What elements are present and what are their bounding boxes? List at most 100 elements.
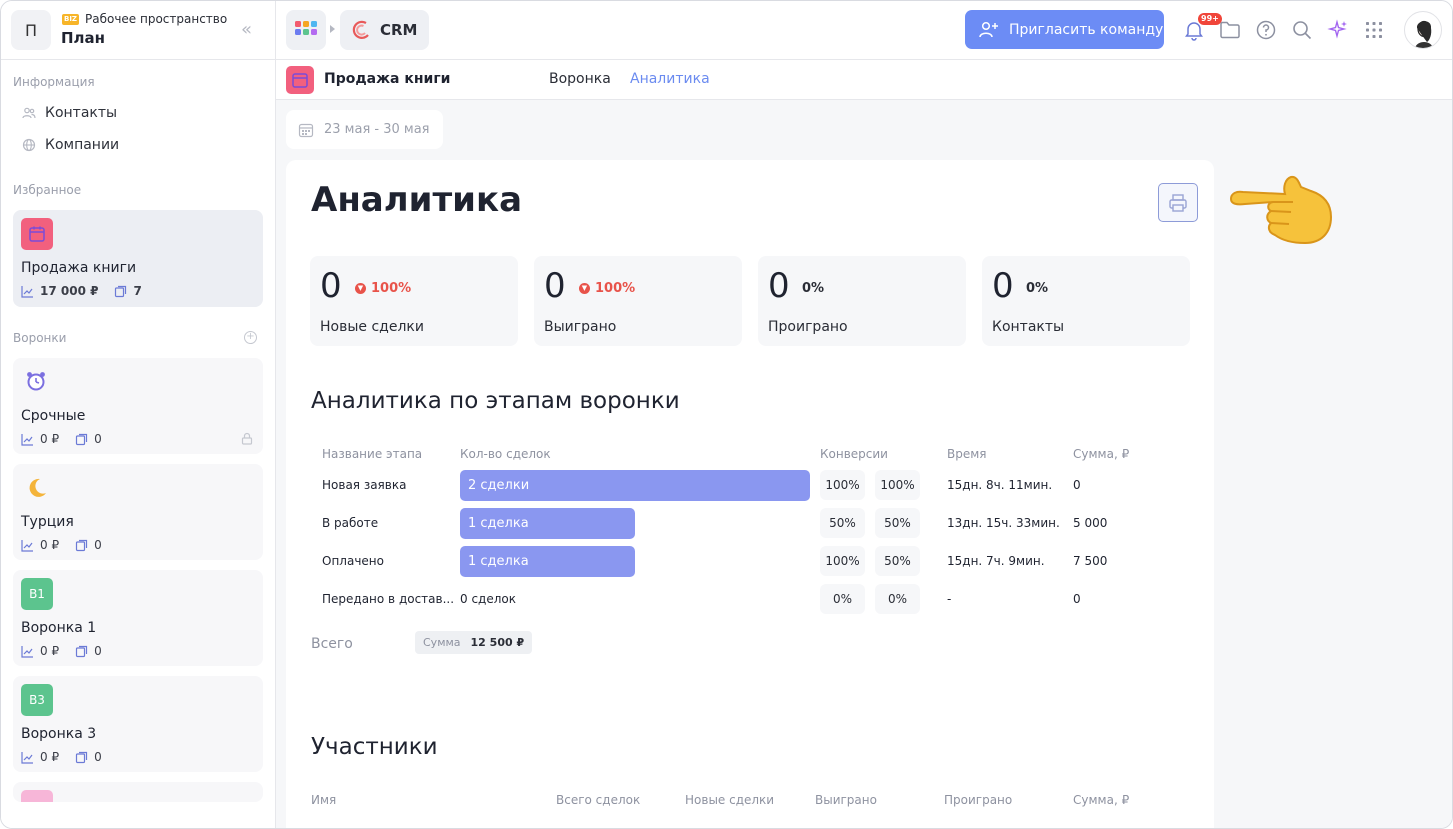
kpi-value: 0 (544, 266, 566, 306)
crm-logo-icon (352, 20, 369, 39)
deals-icon (115, 285, 127, 297)
funnel-count: 0 (94, 538, 102, 552)
crm-app-name: CRM (380, 21, 418, 39)
add-user-icon (979, 21, 998, 37)
kpi-delta: ▼ 100% (579, 281, 635, 296)
total-label: Всего (311, 636, 353, 652)
stage-deals-bar[interactable]: 1 сделка (460, 546, 635, 577)
participants-section-title: Участники (311, 734, 438, 760)
kpi-value: 0 (320, 266, 342, 306)
stage-deals-bar[interactable]: 2 сделки (460, 470, 810, 501)
kpi-contacts: 0 0% Контакты (982, 256, 1190, 346)
user-avatar[interactable] (1404, 11, 1442, 49)
workspace-name[interactable]: План (61, 29, 105, 47)
breadcrumb-arrow-icon (330, 25, 335, 33)
page-title: Аналитика (311, 180, 523, 220)
stage-conversion-total: 50% (875, 508, 920, 538)
stage-conversion-total: 0% (875, 584, 920, 614)
help-icon[interactable] (1255, 19, 1277, 41)
workspace-header[interactable]: П BIZ Рабочее пространство План « (1, 1, 276, 60)
sidebar-item-label: Компании (45, 137, 120, 153)
app-window: П BIZ Рабочее пространство План « Информ… (0, 0, 1453, 829)
column-header: Кол-во сделок (460, 447, 551, 461)
kpi-value: 0 (992, 266, 1014, 306)
chart-icon (21, 645, 33, 658)
funnel-card-partial[interactable] (13, 782, 263, 802)
kpi-delta: ▼ 100% (355, 281, 411, 296)
stage-time: 15дн. 7ч. 9мин. (947, 554, 1045, 568)
favorite-name: Продажа книги (21, 260, 137, 276)
workspace-avatar[interactable]: П (11, 10, 51, 50)
funnel-name: Срочные (21, 408, 86, 424)
folder-icon[interactable] (1219, 19, 1241, 41)
lock-icon (241, 432, 253, 448)
sidebar-item-companies[interactable]: Компании (21, 137, 119, 153)
funnel-tile (21, 790, 53, 802)
column-header: Выиграно (815, 793, 877, 807)
funnel-stats: 0 ₽ 0 (21, 432, 102, 446)
kpi-delta-value: 100% (371, 281, 412, 296)
workspace-label: Рабочее пространство (85, 12, 228, 26)
funnel-card-v3[interactable]: В3 Воронка 3 0 ₽ 0 (13, 676, 263, 772)
kpi-delta: 0% (1026, 281, 1048, 296)
crm-app-button[interactable]: CRM (340, 10, 429, 50)
funnel-card-urgent[interactable]: Срочные 0 ₽ 0 (13, 358, 263, 454)
funnel-stats: 0 ₽ 0 (21, 538, 102, 552)
funnel-title: Продажа книги (324, 71, 451, 87)
stage-time: 13дн. 15ч. 33мин. (947, 516, 1060, 530)
stage-name: Новая заявка (322, 478, 407, 492)
grid-menu-icon[interactable] (1363, 19, 1385, 41)
sidebar: П BIZ Рабочее пространство План « Информ… (1, 1, 276, 828)
print-button[interactable] (1158, 183, 1198, 222)
invite-team-button[interactable]: Пригласить команду (965, 10, 1164, 49)
funnel-card-turkey[interactable]: Турция 0 ₽ 0 (13, 464, 263, 560)
kpi-delta-value: 0% (802, 281, 825, 296)
funnel-count: 0 (94, 750, 102, 764)
stage-conversion: 50% (820, 508, 865, 538)
crescent-moon-icon (25, 476, 49, 504)
stage-name: Оплачено (322, 554, 384, 568)
stage-conversion: 100% (820, 470, 865, 500)
kpi-label: Проиграно (768, 319, 848, 335)
analytics-panel: Аналитика 0 ▼ 100% Новые сделки 0 ▼ 100% В… (286, 160, 1214, 828)
kpi-delta-value: 100% (595, 281, 636, 296)
stage-sum: 0 (1073, 592, 1081, 606)
calendar-icon (21, 218, 53, 250)
funnel-sum: 0 ₽ (40, 538, 60, 552)
stage-time: - (947, 592, 952, 606)
search-icon[interactable] (1291, 19, 1313, 41)
funnel-stats: 0 ₽ 0 (21, 750, 102, 764)
biz-badge: BIZ (62, 14, 79, 25)
column-header: Конверсии (820, 447, 888, 461)
collapse-sidebar-icon[interactable]: « (241, 19, 252, 40)
tab-funnel[interactable]: Воронка (549, 71, 611, 87)
chart-icon (21, 539, 33, 552)
kpi-label: Контакты (992, 319, 1065, 335)
calendar-icon (286, 66, 314, 94)
stage-deals-bar[interactable]: 1 сделка (460, 508, 635, 539)
chart-icon (21, 285, 33, 298)
funnel-card-v1[interactable]: В1 Воронка 1 0 ₽ 0 (13, 570, 263, 666)
apps-button[interactable] (286, 10, 326, 50)
sidebar-item-contacts[interactable]: Контакты (21, 105, 117, 121)
date-range-picker[interactable]: 23 мая - 30 мая (286, 110, 443, 149)
add-funnel-icon[interactable]: + (244, 331, 257, 344)
stage-conversion: 100% (820, 546, 865, 576)
calendar-icon (298, 123, 314, 137)
sparkles-icon[interactable] (1327, 19, 1349, 41)
stage-sum: 7 500 (1073, 554, 1108, 568)
deals-icon (75, 539, 88, 551)
tab-analytics[interactable]: Аналитика (630, 71, 710, 87)
total-sum-value: 12 500 ₽ (470, 636, 525, 649)
kpi-won: 0 ▼ 100% Выиграно (534, 256, 742, 346)
funnel-sum: 0 ₽ (40, 432, 60, 446)
favorite-card[interactable]: Продажа книги 17 000 ₽ 7 (13, 210, 263, 307)
chart-icon (21, 433, 33, 446)
funnel-name: Воронка 3 (21, 726, 97, 742)
sidebar-item-label: Контакты (45, 105, 118, 121)
printer-icon (1169, 193, 1187, 212)
column-header: Время (947, 447, 987, 461)
chart-icon (21, 751, 33, 764)
arrow-down-icon: ▼ (579, 283, 590, 294)
alarm-clock-icon (25, 370, 47, 396)
